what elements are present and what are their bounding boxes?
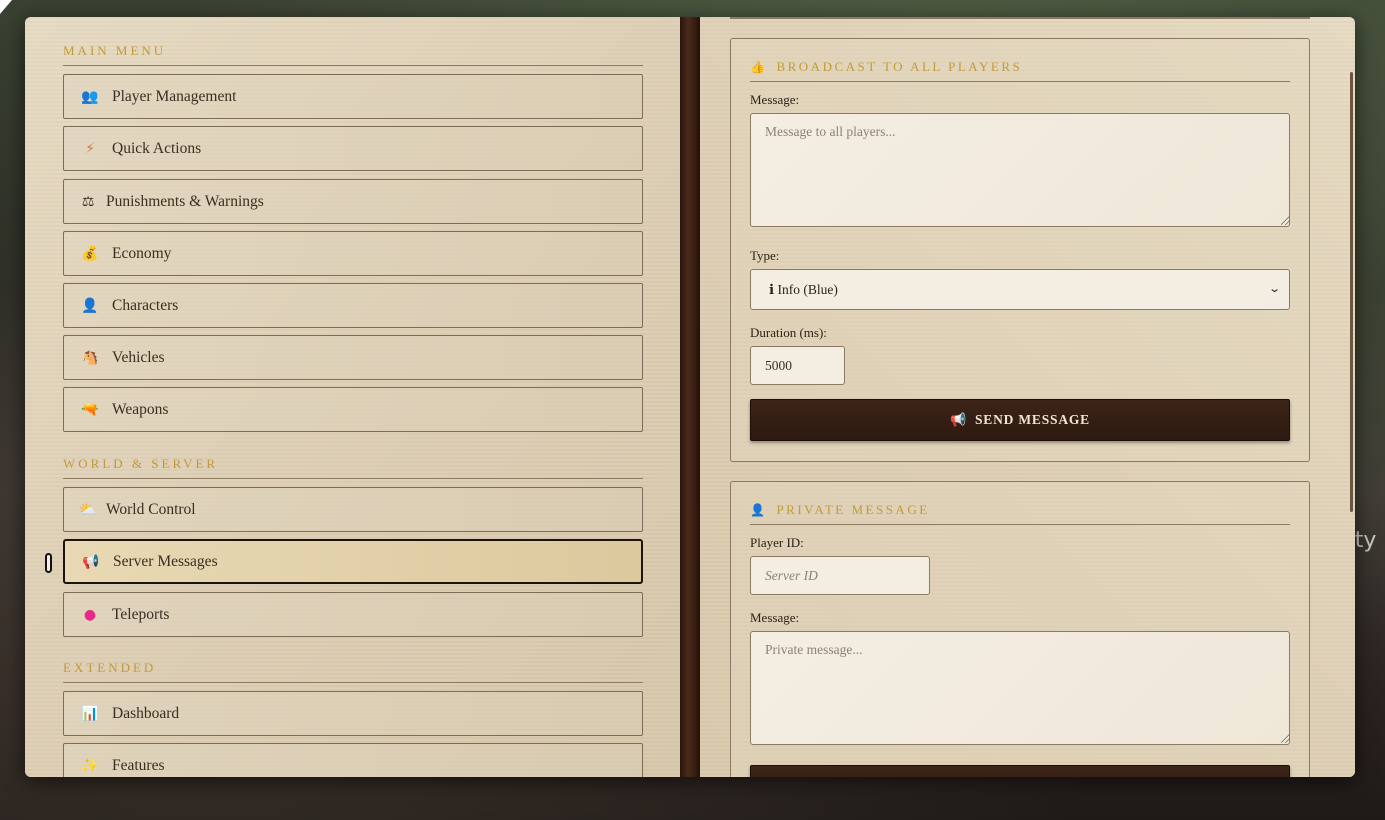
private-message-label: Message: [750, 610, 800, 625]
sidebar-item-label: Player Management [112, 87, 237, 105]
broadcast-message-label: Message: [750, 92, 800, 107]
sidebar-item-world-control[interactable]: ⛅ World Control [63, 487, 643, 532]
broadcast-duration-input[interactable] [750, 346, 845, 385]
player-id-input[interactable] [750, 556, 930, 595]
sidebar-item-label: Server Messages [113, 552, 218, 570]
broadcast-panel: 👍 BROADCAST TO ALL PLAYERS Message: Type… [730, 38, 1310, 462]
thumbs-up-icon: 👍 [750, 60, 768, 74]
broadcast-message-field[interactable] [750, 113, 1290, 227]
content-scrollbar[interactable] [1350, 72, 1353, 512]
sidebar-item-features[interactable]: ✨ Features [63, 743, 643, 777]
pin-icon: ● [83, 606, 97, 623]
sidebar-item-characters[interactable]: 👤 Characters [63, 283, 643, 328]
person-icon: 👤 [750, 503, 768, 517]
sidebar-item-label: Punishments & Warnings [106, 192, 264, 210]
sidebar-item-punishments[interactable]: ⚖ Punishments & Warnings [63, 179, 643, 224]
book-spine [680, 17, 700, 777]
sidebar-item-label: Quick Actions [112, 139, 202, 157]
person-icon: 👤 [81, 297, 99, 314]
sidebar-item-player-management[interactable]: 👥 Player Management [63, 74, 643, 119]
sidebar-item-label: Weapons [112, 400, 169, 418]
sidebar-item-label: Economy [112, 244, 172, 262]
sidebar-item-label: Teleports [112, 605, 170, 623]
send-message-label: SEND MESSAGE [974, 412, 1090, 427]
section-title-extended: EXTENDED [63, 660, 643, 683]
resize-grip-icon[interactable] [1281, 216, 1290, 225]
horse-icon: 🐴 [81, 349, 99, 366]
section-title-world-server: WORLD & SERVER [63, 456, 643, 479]
private-panel-title: 👤 PRIVATE MESSAGE [750, 502, 1290, 525]
chart-icon: 📊 [81, 705, 99, 722]
send-private-button[interactable] [750, 765, 1290, 777]
broadcast-type-select[interactable]: ℹ Info (Blue) ⌄ [750, 269, 1290, 310]
sidebar-item-label: World Control [106, 500, 196, 518]
sidebar-item-economy[interactable]: 💰 Economy [63, 231, 643, 276]
pistol-icon: 🔫 [81, 401, 99, 418]
section-title-main-menu: MAIN MENU [63, 43, 643, 66]
send-message-button[interactable]: 📢 SEND MESSAGE [750, 399, 1290, 441]
megaphone-icon: 📢 [82, 553, 100, 570]
sidebar-item-vehicles[interactable]: 🐴 Vehicles [63, 335, 643, 380]
megaphone-icon: 📢 [949, 412, 967, 428]
sparkles-icon: ✨ [81, 757, 99, 774]
sidebar-item-label: Characters [112, 296, 179, 314]
content-page: 👍 BROADCAST TO ALL PLAYERS Message: Type… [700, 17, 1355, 777]
sidebar-item-teleports[interactable]: ● Teleports [63, 592, 643, 637]
mouse-cursor-icon [0, 0, 12, 14]
player-id-label: Player ID: [750, 535, 804, 550]
money-bag-icon: 💰 [81, 245, 99, 262]
broadcast-panel-title: 👍 BROADCAST TO ALL PLAYERS [750, 59, 1290, 82]
admin-book-panel: MAIN MENU 👥 Player Management ⚡ Quick Ac… [25, 17, 1355, 777]
broadcast-title-text: BROADCAST TO ALL PLAYERS [776, 59, 1023, 74]
private-message-field[interactable] [750, 631, 1290, 745]
lightning-icon: ⚡ [85, 140, 95, 157]
broadcast-duration-label: Duration (ms): [750, 325, 827, 340]
users-icon: 👥 [81, 88, 99, 105]
broadcast-message-wrapper [731, 113, 1309, 227]
sidebar-item-label: Features [112, 756, 165, 774]
weather-icon: ⛅ [79, 501, 97, 518]
sidebar-item-label: Vehicles [112, 348, 165, 366]
sidebar-page: MAIN MENU 👥 Player Management ⚡ Quick Ac… [25, 17, 680, 777]
private-message-wrapper [731, 631, 1309, 745]
private-title-text: PRIVATE MESSAGE [776, 502, 930, 517]
broadcast-type-selected: ℹ Info (Blue) [769, 281, 838, 297]
previous-panel-edge [730, 17, 1310, 19]
chevron-down-icon: ⌄ [1267, 282, 1281, 295]
sidebar-item-label: Dashboard [112, 704, 180, 722]
sidebar-item-dashboard[interactable]: 📊 Dashboard [63, 691, 643, 736]
private-message-panel: 👤 PRIVATE MESSAGE Player ID: Message: [730, 481, 1310, 777]
sidebar-item-server-messages[interactable]: 📢 Server Messages [63, 539, 643, 584]
sidebar-item-quick-actions[interactable]: ⚡ Quick Actions [63, 126, 643, 171]
sidebar-item-weapons[interactable]: 🔫 Weapons [63, 387, 643, 432]
resize-grip-icon[interactable] [1281, 734, 1290, 743]
active-item-marker [45, 553, 52, 573]
broadcast-type-label: Type: [750, 248, 780, 263]
scales-icon: ⚖ [81, 193, 95, 210]
